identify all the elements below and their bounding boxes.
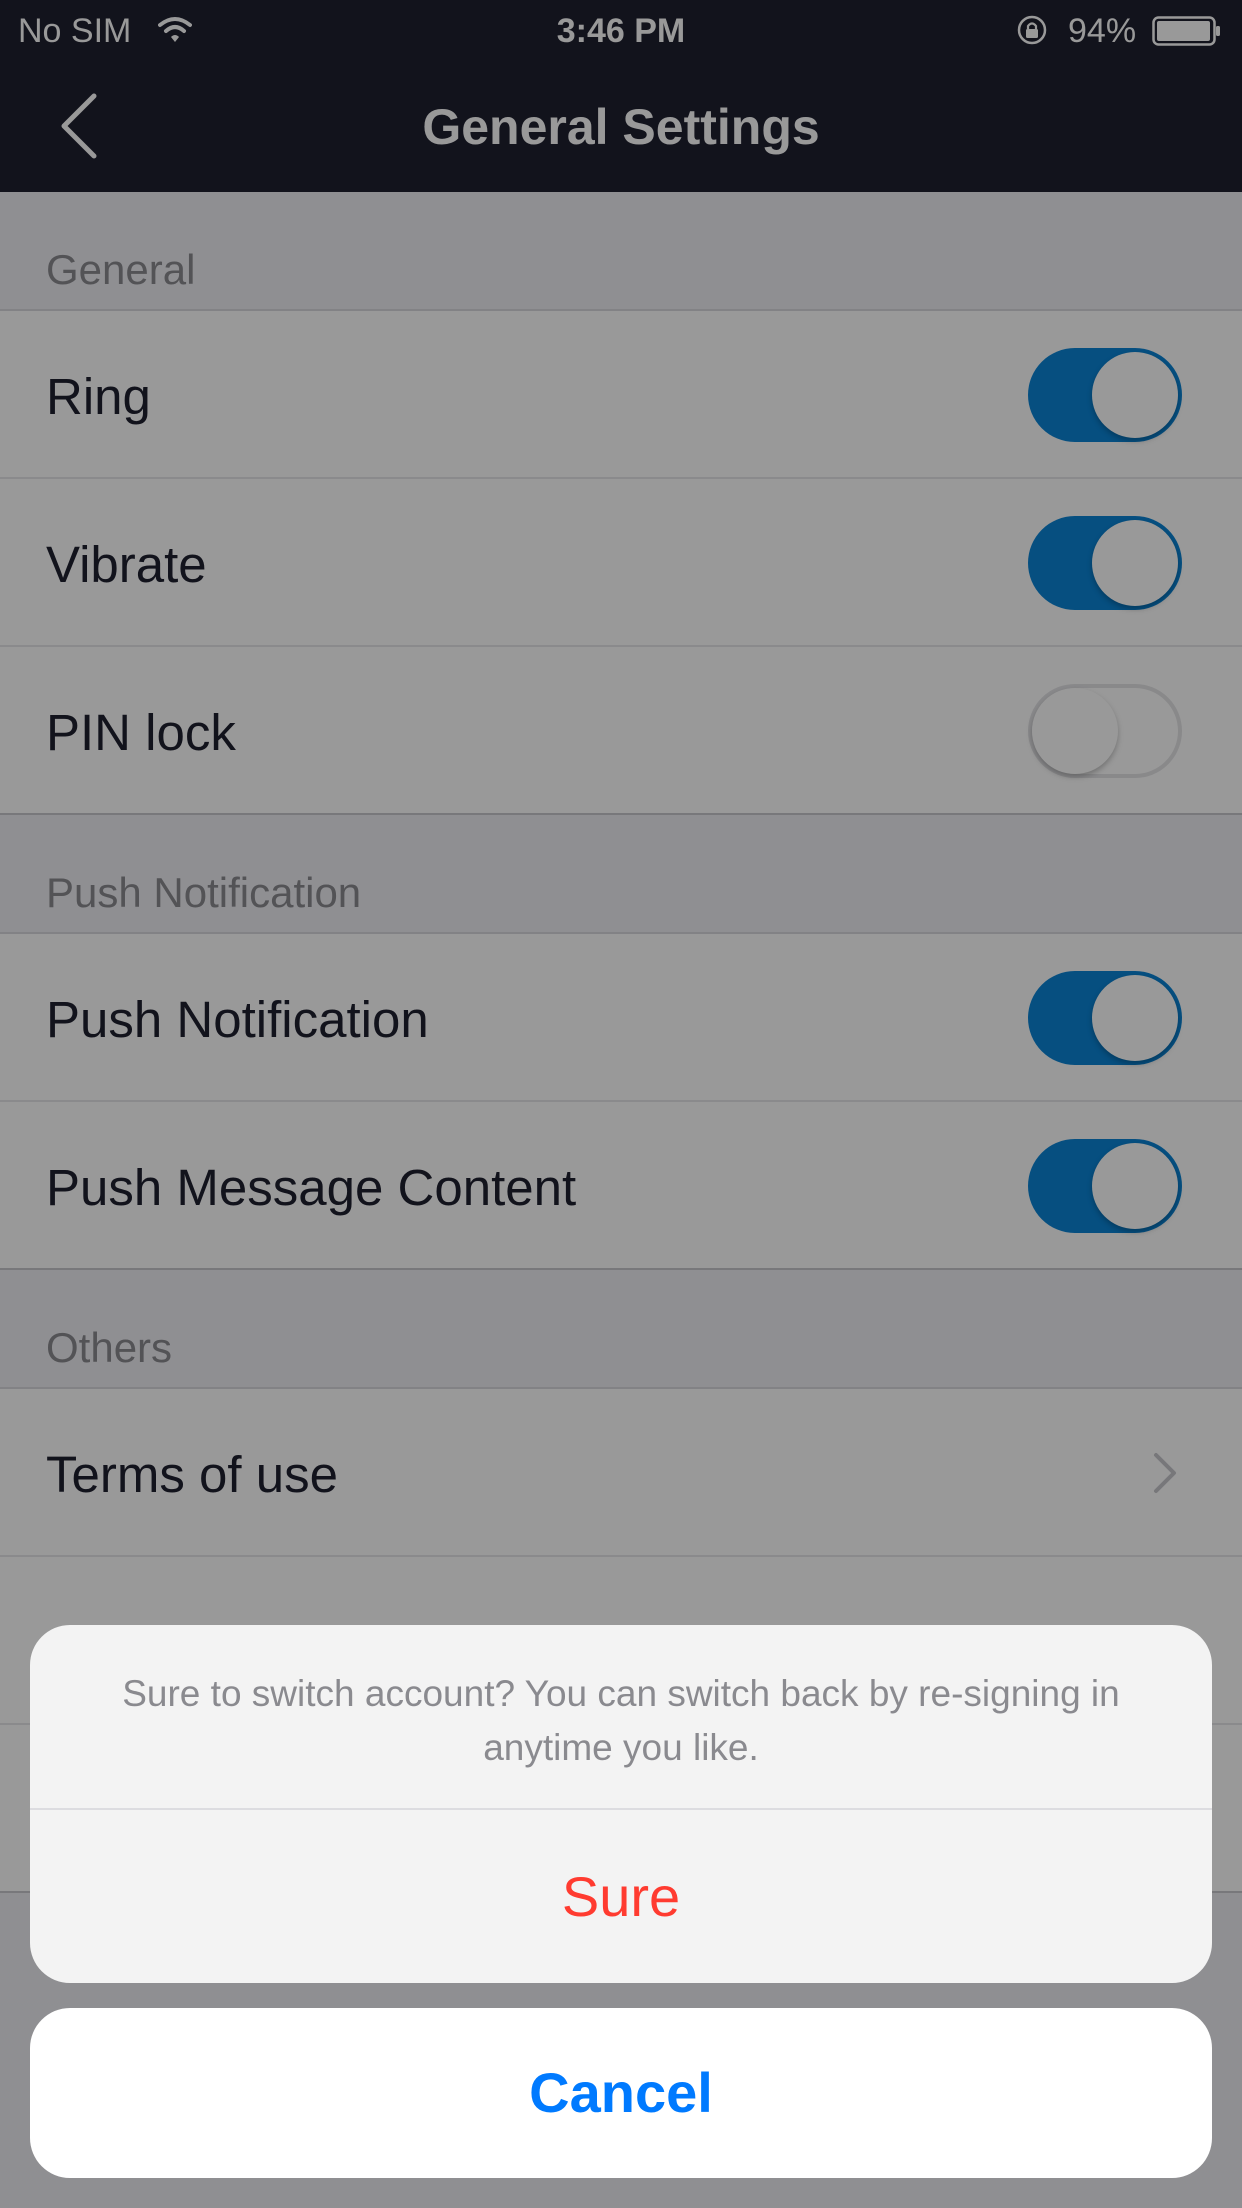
screen: No SIM 3:46 PM 94% General Settings Gene… <box>0 0 1242 2208</box>
action-sheet: Sure to switch account? You can switch b… <box>30 1625 1212 1983</box>
cancel-button[interactable]: Cancel <box>30 2008 1212 2178</box>
sure-button[interactable]: Sure <box>30 1810 1212 1983</box>
action-sheet-message: Sure to switch account? You can switch b… <box>30 1625 1212 1810</box>
